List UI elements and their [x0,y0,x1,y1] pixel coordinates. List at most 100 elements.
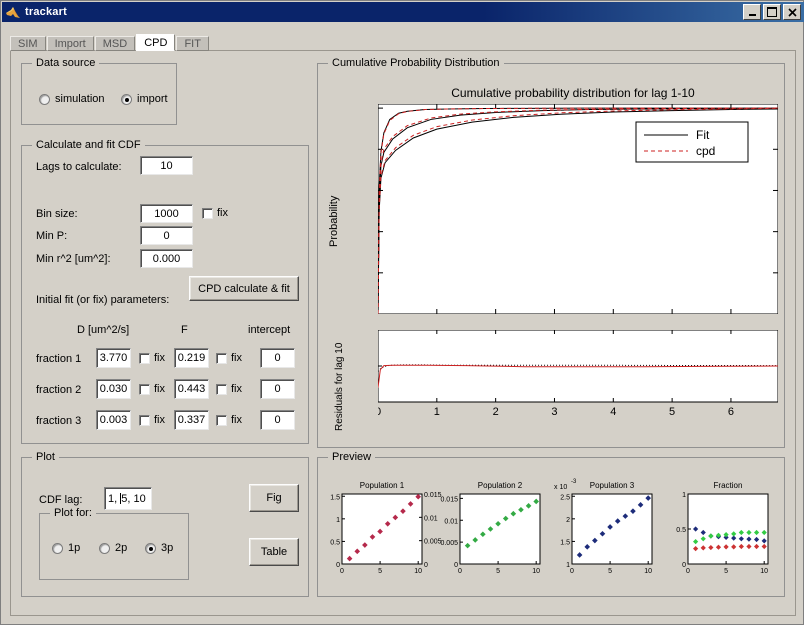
fraction-1-F-fix-label: fix [231,352,242,364]
table-button[interactable]: Table [249,538,299,566]
column-header-intercept: intercept [248,324,291,336]
fraction-2-F-input[interactable]: 0.443 [174,379,209,399]
svg-text:10: 10 [644,568,652,575]
radio-import-label: import [137,93,168,105]
bin-size-fix-label: fix [217,207,228,219]
svg-text:0: 0 [336,562,340,569]
fraction-2-D-input[interactable]: 0.030 [96,379,131,399]
fraction-2-intercept-input[interactable]: 0 [260,379,295,399]
window-title: trackart [25,6,67,18]
cpd-panel-title: Cumulative Probability Distribution [328,57,504,69]
column-header-D: D [um^2/s] [77,324,130,336]
residuals-ylabel: Residuals for lag 10 [334,342,345,431]
title-bar: trackart [2,2,804,22]
tab-cpd[interactable]: CPD [136,34,176,51]
fraction-3-F-fix-checkbox[interactable]: fix [216,414,242,426]
cdf-plot-area: 012345600.20.40.60.81Fitcpd [378,104,778,314]
radio-2p[interactable]: 2p [99,542,127,554]
svg-text:5: 5 [724,568,728,575]
radio-simulation-label: simulation [55,93,105,105]
svg-text:10: 10 [414,568,422,575]
svg-text:10: 10 [532,568,540,575]
radio-1p-dot [52,542,63,554]
min-p-input[interactable]: 0 [140,226,193,245]
svg-text:-3: -3 [571,479,577,485]
tab-msd[interactable]: MSD [94,36,136,51]
tab-import[interactable]: Import [46,36,94,51]
tab-sim[interactable]: SIM [10,36,46,51]
calculate-fit-cdf-panel: Calculate and fit CDF Lags to calculate:… [21,139,309,444]
fraction-2-F-fix-checkbox[interactable]: fix [216,383,242,395]
fraction-3-F-fix-label: fix [231,414,242,426]
window-controls [743,4,804,20]
svg-text:0: 0 [458,568,462,575]
svg-text:2: 2 [493,406,499,418]
radio-import[interactable]: import [121,93,168,105]
svg-text:0: 0 [424,562,428,569]
svg-text:5: 5 [378,568,382,575]
fraction-1-F-fix-box [216,352,227,364]
svg-text:0.015: 0.015 [424,492,442,499]
svg-text:1: 1 [336,517,340,524]
svg-text:0.015: 0.015 [440,496,458,503]
fraction-1-F-fix-checkbox[interactable]: fix [216,352,242,364]
fig-button[interactable]: Fig [249,484,299,512]
svg-text:0.005: 0.005 [440,540,458,547]
fraction-1-intercept-input[interactable]: 0 [260,348,295,368]
fraction-1-D-fix-checkbox[interactable]: fix [139,352,165,364]
fraction-1-D-input[interactable]: 3.770 [96,348,131,368]
svg-text:0.01: 0.01 [444,518,458,525]
radio-1p[interactable]: 1p [52,542,80,554]
svg-text:Population 3: Population 3 [590,481,635,490]
svg-text:0: 0 [454,562,458,569]
radio-2p-dot [99,542,110,554]
svg-text:0: 0 [340,568,344,575]
preview-panel-title: Preview [328,451,376,463]
plot-panel: Plot CDF lag: 1, 5, 10 Plot for: 1p 2p 3… [21,451,309,597]
min-r2-input[interactable]: 0.000 [140,249,193,268]
svg-text:0.005: 0.005 [424,539,442,546]
tab-fit[interactable]: FIT [176,36,209,51]
svg-text:0: 0 [682,562,686,569]
bin-size-fix-checkbox[interactable]: fix [202,207,228,219]
min-r2-label: Min r^2 [um^2]: [36,253,111,265]
svg-text:0: 0 [378,406,381,418]
svg-text:0: 0 [570,568,574,575]
cdf-lag-value: 1, 5, 10 [108,492,146,505]
svg-text:5: 5 [496,568,500,575]
fraction-3-D-input[interactable]: 0.003 [96,410,131,430]
svg-text:Fit: Fit [696,128,710,142]
svg-text:cpd: cpd [696,144,715,158]
matlab-icon [5,5,21,19]
fraction-1-F-input[interactable]: 0.219 [174,348,209,368]
fraction-2-D-fix-checkbox[interactable]: fix [139,383,165,395]
svg-text:5: 5 [669,406,675,418]
fraction-3-F-fix-box [216,414,227,426]
radio-3p-dot [145,542,156,554]
svg-text:0.01: 0.01 [424,515,438,522]
maximize-button[interactable] [763,4,781,20]
fraction-1-D-fix-box [139,352,150,364]
fraction-3-intercept-input[interactable]: 0 [260,410,295,430]
lags-input[interactable]: 10 [140,156,193,175]
radio-3p-label: 3p [161,542,174,554]
plot-panel-title: Plot [32,451,59,463]
fraction-3-F-input[interactable]: 0.337 [174,410,209,430]
cpd-calculate-fit-button[interactable]: CPD calculate & fit [189,276,299,301]
data-source-panel: Data source simulation import [21,57,177,125]
client-area: Data source simulation import Calculate … [10,50,796,616]
bin-size-label: Bin size: [36,208,78,220]
cdf-lag-input[interactable]: 1, 5, 10 [104,487,152,510]
application-window: trackart SIM Import MSD CPD FIT Data sou… [0,0,804,625]
close-button[interactable] [783,4,801,20]
minimize-button[interactable] [743,4,761,20]
residuals-chart: Residuals for lag 10 0123456-0.200.2 [318,326,786,444]
svg-text:1: 1 [434,406,440,418]
row-label-fraction-1: fraction 1 [36,353,82,365]
fraction-2-D-fix-label: fix [154,383,165,395]
fraction-3-D-fix-checkbox[interactable]: fix [139,414,165,426]
radio-simulation[interactable]: simulation [39,93,105,105]
radio-3p[interactable]: 3p [145,542,173,554]
bin-size-input[interactable]: 1000 [140,204,193,223]
lags-label: Lags to calculate: [36,161,122,173]
